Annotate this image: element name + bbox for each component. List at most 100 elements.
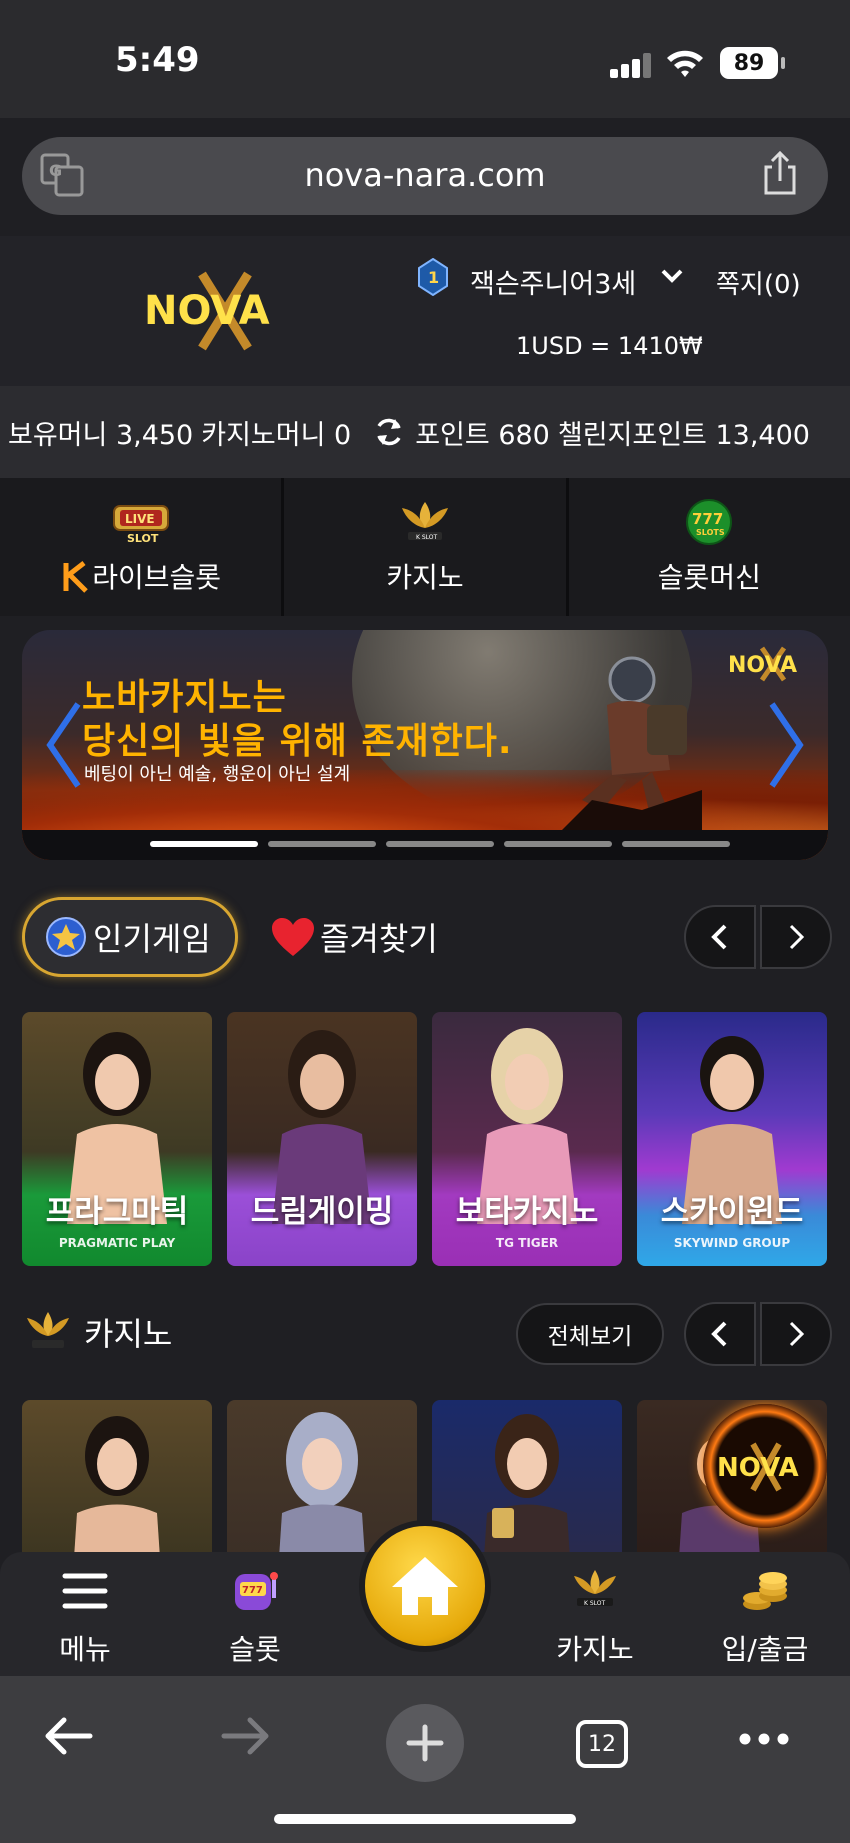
tabs-button[interactable]: 12 bbox=[576, 1720, 628, 1768]
provider-brand: PRAGMATIC PLAY bbox=[58, 1236, 176, 1250]
url-text: nova-nara.com bbox=[304, 156, 546, 194]
carousel-dot[interactable] bbox=[268, 841, 376, 847]
slot-machine-icon: 777 bbox=[235, 1572, 278, 1610]
view-all-button[interactable]: 전체보기 bbox=[516, 1303, 664, 1365]
heart-icon bbox=[272, 918, 314, 956]
nav-label: 메뉴 bbox=[59, 1633, 111, 1666]
new-tab-button[interactable] bbox=[386, 1704, 464, 1782]
nav-deposit-withdraw[interactable]: 입/출금 bbox=[700, 1566, 830, 1668]
provider-card-bota-casino[interactable]: 보타카지노 TG TIGER bbox=[432, 1012, 622, 1266]
chevron-right-icon bbox=[789, 924, 805, 950]
svg-text:777: 777 bbox=[242, 1585, 263, 1596]
svg-text:K SLOT: K SLOT bbox=[416, 534, 438, 541]
nav-label: 입/출금 bbox=[721, 1633, 809, 1666]
banner-title-line2: 당신의 빛을 위해 존재한다. bbox=[82, 721, 513, 762]
svg-text:1: 1 bbox=[428, 268, 439, 287]
money-balance: 보유머니 3,450 bbox=[8, 419, 194, 451]
refresh-icon[interactable] bbox=[373, 416, 405, 448]
chevron-left-icon bbox=[711, 1321, 727, 1347]
nav-label: 카지노 bbox=[556, 1633, 634, 1666]
next-button[interactable] bbox=[760, 1302, 832, 1366]
category-label: 라이브슬롯 bbox=[92, 561, 222, 594]
challenge-points-balance: 챌린지포인트 13,400 bbox=[557, 419, 810, 451]
menu-icon bbox=[62, 1573, 108, 1609]
category-tabs: LIVE SLOT 라이브슬롯 K SLOT 카지노 777 SLOTS 슬롯머… bbox=[0, 478, 850, 616]
more-options-icon[interactable] bbox=[738, 1732, 790, 1746]
casino-card[interactable]: NOVA bbox=[637, 1400, 827, 1570]
provider-name: 스카이윈드 bbox=[660, 1194, 804, 1230]
wifi-icon bbox=[667, 50, 703, 77]
category-live-slot[interactable]: LIVE SLOT 라이브슬롯 bbox=[0, 478, 285, 616]
home-button[interactable] bbox=[359, 1520, 491, 1652]
forward-arrow-icon[interactable] bbox=[220, 1714, 272, 1758]
coins-icon bbox=[743, 1572, 787, 1610]
balance-bar: 보유머니 3,450 카지노머니 0 포인트 680 챌린지포인트 13,400 bbox=[0, 386, 850, 478]
home-indicator[interactable] bbox=[274, 1814, 576, 1824]
banner-subtitle: 베팅이 아닌 예술, 행운이 아닌 설계 bbox=[84, 764, 351, 785]
username[interactable]: 잭슨주니어3세 bbox=[470, 262, 636, 301]
777-slots-icon: 777 SLOTS bbox=[686, 499, 733, 545]
category-casino[interactable]: K SLOT 카지노 bbox=[284, 478, 569, 616]
provider-card-skywind[interactable]: 스카이윈드 SKYWIND GROUP bbox=[637, 1012, 827, 1266]
back-arrow-icon[interactable] bbox=[42, 1714, 94, 1758]
svg-text:NOVA: NOVA bbox=[717, 1453, 799, 1483]
tab-popular-games[interactable]: 인기게임 bbox=[22, 897, 238, 977]
k-slot-lotus-icon: K SLOT bbox=[401, 502, 448, 541]
astronaut-image bbox=[552, 656, 702, 840]
dealer-image bbox=[483, 1414, 571, 1570]
carousel-dot[interactable] bbox=[150, 841, 258, 847]
address-bar[interactable]: G nova-nara.com bbox=[22, 137, 828, 215]
prev-button[interactable] bbox=[684, 905, 756, 969]
exchange-rate: 1USD = 1410₩ bbox=[516, 332, 703, 360]
signal-icon bbox=[610, 52, 654, 78]
nova-badge: NOVA bbox=[703, 1404, 827, 1528]
casino-card[interactable] bbox=[22, 1400, 212, 1570]
k-brand-icon bbox=[63, 561, 89, 593]
casino-section-header: 카지노 bbox=[22, 1308, 172, 1356]
provider-card-pragmatic[interactable]: 프라그마틱 PRAGMATIC PLAY bbox=[22, 1012, 212, 1266]
points-balance: 포인트 680 bbox=[415, 419, 550, 451]
nav-slot[interactable]: 777 슬롯 bbox=[190, 1566, 320, 1668]
provider-brand: TG TIGER bbox=[495, 1236, 559, 1250]
promo-banner[interactable]: 노바카지노는 당신의 빛을 위해 존재한다. 베팅이 아닌 예술, 행운이 아닌… bbox=[22, 630, 828, 860]
provider-card-dream-gaming[interactable]: 드림게이밍 bbox=[227, 1012, 417, 1266]
nova-logo[interactable]: NOVA bbox=[140, 266, 310, 356]
carousel-indicators[interactable] bbox=[150, 841, 730, 847]
svg-text:LIVE: LIVE bbox=[125, 512, 155, 526]
nova-banner-logo: NOVA bbox=[728, 646, 797, 682]
nav-casino[interactable]: K SLOT 카지노 bbox=[530, 1566, 660, 1668]
dealer-image bbox=[73, 1416, 161, 1570]
chevron-left-icon[interactable] bbox=[44, 700, 84, 790]
prev-button[interactable] bbox=[684, 1302, 756, 1366]
category-slot-machine[interactable]: 777 SLOTS 슬롯머신 bbox=[569, 478, 850, 616]
star-icon bbox=[46, 917, 86, 957]
category-label: 슬롯머신 bbox=[657, 561, 761, 594]
tab-label: 인기게임 bbox=[93, 920, 211, 958]
live-slot-icon: LIVE SLOT bbox=[112, 505, 169, 545]
svg-text:SLOTS: SLOTS bbox=[696, 528, 725, 537]
svg-text:NOVA: NOVA bbox=[728, 653, 797, 678]
svg-text:SLOT: SLOT bbox=[127, 532, 159, 545]
category-label: 카지노 bbox=[386, 561, 464, 594]
provider-name: 보타카지노 bbox=[455, 1194, 599, 1230]
share-icon[interactable] bbox=[760, 151, 800, 197]
svg-text:K SLOT: K SLOT bbox=[584, 1600, 606, 1607]
nav-menu[interactable]: 메뉴 bbox=[20, 1566, 150, 1668]
provider-name: 프라그마틱 bbox=[45, 1194, 189, 1230]
tab-favorites[interactable]: 즐겨찾기 bbox=[270, 914, 438, 960]
chevron-down-icon[interactable] bbox=[660, 266, 684, 286]
home-icon bbox=[392, 1557, 458, 1615]
chevron-left-icon bbox=[711, 924, 727, 950]
messages-link[interactable]: 쪽지(0) bbox=[716, 264, 801, 301]
next-button[interactable] bbox=[760, 905, 832, 969]
carousel-dot[interactable] bbox=[622, 841, 730, 847]
carousel-dot[interactable] bbox=[504, 841, 612, 847]
provider-brand: SKYWIND GROUP bbox=[673, 1236, 791, 1250]
svg-text:NOVA: NOVA bbox=[144, 288, 270, 334]
status-time: 5:49 bbox=[115, 40, 200, 80]
carousel-dot[interactable] bbox=[386, 841, 494, 847]
k-slot-lotus-icon bbox=[27, 1312, 69, 1348]
rank-badge-icon: 1 bbox=[418, 258, 448, 296]
chevron-right-icon[interactable] bbox=[766, 700, 806, 790]
plus-icon bbox=[406, 1724, 444, 1762]
